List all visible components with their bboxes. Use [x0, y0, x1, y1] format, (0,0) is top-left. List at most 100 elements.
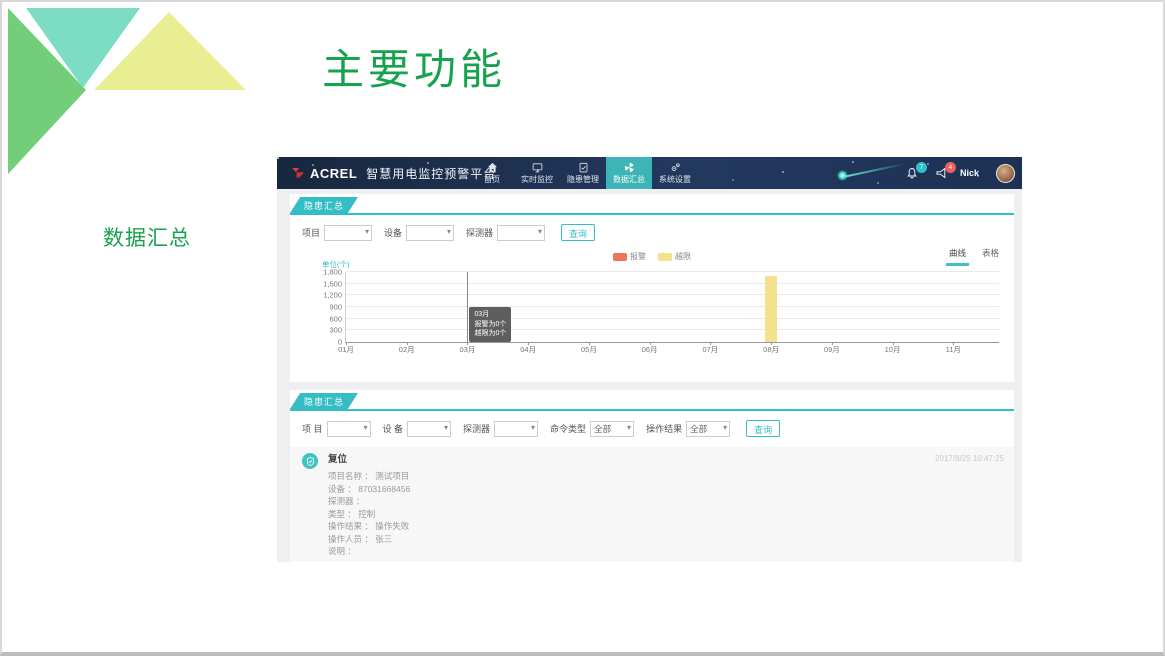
app-header: ACREL 智慧用电监控预警平台 首页实时监控隐患管理数据汇总系统设置 7 4 …	[277, 157, 1022, 189]
item-details: 项目名称 ： 测试项目设备 ： 87031668456探测器 ： 类型 ： 控制…	[328, 470, 1004, 558]
nav-item-hazard-manage[interactable]: 隐患管理	[560, 157, 606, 189]
section-tab-row: 隐患汇总	[290, 390, 1014, 411]
item-detail-line: 项目名称 ： 测试项目	[328, 470, 1004, 483]
x-axis-tick	[893, 342, 894, 345]
filter-label: 项目	[302, 226, 320, 239]
chevron-down-icon: ▾	[365, 227, 369, 236]
item-detail-line: 设备 ： 87031668456	[328, 483, 1004, 496]
avatar[interactable]	[996, 164, 1015, 183]
item-detail-line: 探测器 ：	[328, 495, 1004, 508]
filter-select[interactable]: ▾	[406, 225, 454, 241]
chevron-down-icon: ▾	[723, 423, 727, 432]
nav-item-home[interactable]: 首页	[470, 157, 514, 189]
x-axis-tick	[953, 342, 954, 345]
x-axis-tick	[589, 342, 590, 345]
x-axis-tick	[407, 342, 408, 345]
presentation-slide: 主要功能 数据汇总 ACREL 智慧用电监控预警平台 首页实时监控隐患管理数据汇…	[0, 0, 1165, 656]
user-name[interactable]: Nick	[960, 168, 979, 178]
chevron-down-icon: ▾	[531, 423, 535, 432]
gridline	[346, 283, 999, 284]
comet-decoration	[835, 159, 913, 185]
chevron-down-icon: ▾	[444, 423, 448, 432]
side-label-data-summary: 数据汇总	[103, 222, 191, 252]
nav-item-settings-gear[interactable]: 系统设置	[652, 157, 698, 189]
y-axis-tick-label: 300	[329, 326, 342, 335]
gridline	[346, 318, 999, 319]
alarm-badge: 4	[945, 162, 956, 173]
bar-越限[interactable]	[765, 276, 777, 342]
filter-select[interactable]: 全部▾	[686, 421, 730, 437]
query-button[interactable]: 查询	[746, 420, 780, 437]
x-axis-tick	[467, 342, 468, 345]
hazard-list-item: 复位2017/8/25 10:47:25 项目名称 ： 测试项目设备 ： 8703…	[290, 447, 1014, 562]
home-icon	[487, 162, 498, 173]
list-filter-row: 项 目▾设 备▾探测器▾命令类型全部▾操作结果全部▾ 查询	[290, 411, 1014, 437]
x-axis-tick-label: 09月	[824, 344, 840, 355]
nav-item-label: 实时监控	[521, 174, 553, 185]
item-title: 复位	[328, 453, 1004, 467]
monitor-icon	[532, 162, 543, 173]
filter-select[interactable]: ▾	[407, 421, 451, 437]
chart-plot-area: 03006009001,2001,5001,80001月02月03月04月05月…	[345, 272, 999, 343]
main-nav: 首页实时监控 隐患管理 数据汇总系统设置	[470, 157, 698, 189]
x-axis-tick-label: 07月	[702, 344, 718, 355]
item-detail-line: 操作结果 ： 操作失败	[328, 520, 1004, 533]
x-axis-tick-label: 06月	[642, 344, 658, 355]
filter-label: 项 目	[302, 422, 323, 435]
filter-select[interactable]: ▾	[497, 225, 545, 241]
tab-hazard-summary: 隐患汇总	[290, 393, 358, 409]
bell-icon[interactable]: 7	[906, 167, 918, 179]
tooltip-title: 03月	[474, 310, 506, 320]
filter-label: 探测器	[463, 422, 490, 435]
nav-item-label: 数据汇总	[613, 174, 645, 185]
gridline	[346, 271, 999, 272]
filter-label: 命令类型	[550, 422, 586, 435]
item-timestamp: 2017/8/25 10:47:25	[935, 454, 1004, 463]
section-tab-row: 隐患汇总	[290, 194, 1014, 215]
tab-hazard-summary: 隐患汇总	[290, 197, 358, 213]
x-axis-tick-label: 04月	[520, 344, 536, 355]
gridline	[346, 329, 999, 330]
filter-select[interactable]: ▾	[324, 225, 372, 241]
chevron-down-icon: ▾	[447, 227, 451, 236]
settings-gear-icon	[670, 162, 681, 173]
x-axis-tick-label: 10月	[885, 344, 901, 355]
tooltip-line: 越限为0个	[474, 329, 506, 339]
y-axis-tick-label: 1,200	[323, 291, 342, 300]
x-axis-tick-label: 01月	[338, 344, 354, 355]
x-axis-tick-label: 03月	[460, 344, 476, 355]
y-axis-tick-label: 1,500	[323, 279, 342, 288]
hazard-summary-list-panel: 隐患汇总 项 目▾设 备▾探测器▾命令类型全部▾操作结果全部▾ 查询 复位201…	[290, 390, 1014, 562]
item-detail-line: 说明 ：	[328, 545, 1004, 558]
filter-select[interactable]: 全部 ▾	[590, 421, 634, 437]
filter-label: 设备	[384, 226, 402, 239]
chevron-down-icon: ▾	[538, 227, 542, 236]
alarm-icon[interactable]: 4	[935, 167, 947, 179]
nav-item-data-summary[interactable]: 数据汇总	[606, 157, 652, 189]
data-summary-icon	[624, 162, 635, 173]
chevron-down-icon: ▾	[627, 423, 631, 432]
bell-badge: 7	[916, 162, 927, 173]
x-axis-tick-label: 02月	[399, 344, 415, 355]
hazard-manage-icon	[578, 162, 589, 173]
app-screenshot: ACREL 智慧用电监控预警平台 首页实时监控隐患管理数据汇总系统设置 7 4 …	[277, 157, 1022, 562]
chart-tooltip: 03月报警为0个越限为0个	[469, 307, 511, 342]
filter-select[interactable]: ▾	[494, 421, 538, 437]
x-axis-tick	[771, 342, 772, 345]
nav-item-monitor[interactable]: 实时监控	[514, 157, 560, 189]
gridline	[346, 306, 999, 307]
filter-select[interactable]: ▾	[327, 421, 371, 437]
shield-check-icon	[302, 453, 318, 469]
acrel-logo-icon	[291, 166, 305, 181]
x-axis-tick-label: 08月	[763, 344, 779, 355]
query-button[interactable]: 查询	[561, 224, 595, 241]
x-axis-tick	[650, 342, 651, 345]
chart-filter-row: 项目▾设备▾探测器▾ 查询	[290, 215, 1014, 241]
y-axis-tick-label: 900	[329, 303, 342, 312]
x-axis-tick	[528, 342, 529, 345]
nav-item-label: 隐患管理	[567, 174, 599, 185]
filter-select-value: 全部	[594, 423, 611, 435]
x-axis-tick-label: 05月	[581, 344, 597, 355]
tooltip-line: 报警为0个	[474, 320, 506, 330]
crosshair-line	[467, 272, 468, 342]
